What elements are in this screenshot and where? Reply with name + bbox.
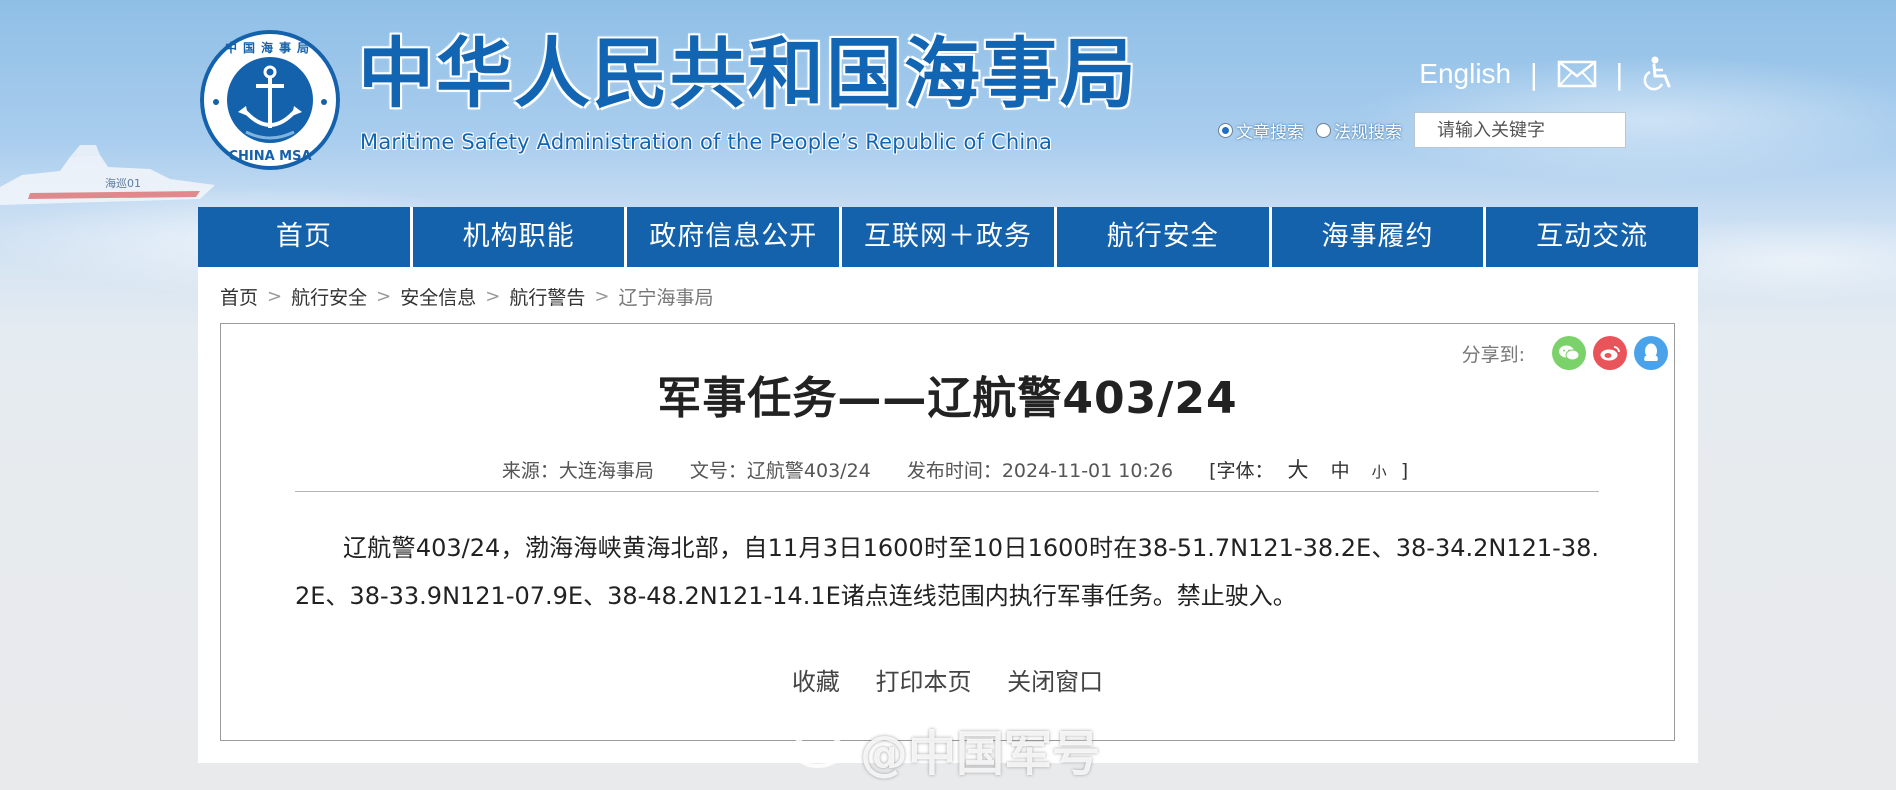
wheelchair-icon[interactable]	[1642, 56, 1674, 92]
article-source: 来源：大连海事局	[501, 460, 654, 482]
separator: |	[1529, 57, 1539, 91]
qq-icon	[1644, 343, 1658, 361]
breadcrumb-separator: >	[594, 286, 610, 307]
mail-icon[interactable]	[1557, 60, 1597, 88]
breadcrumb-separator: >	[267, 286, 283, 307]
radio-selected-icon[interactable]	[1218, 122, 1233, 138]
seal-bottom-text: CHINA MSA	[228, 149, 311, 164]
article-body: 辽航警403/24，渤海海峡黄海北部，自11月3日1600时至10日1600时在…	[295, 534, 1599, 610]
breadcrumb-separator: >	[376, 286, 392, 307]
search-input[interactable]	[1414, 112, 1626, 148]
breadcrumb-navigation-warning[interactable]: 航行警告	[509, 283, 585, 310]
top-links: English | |	[1419, 56, 1674, 92]
divider	[295, 491, 1599, 492]
watermark: @中国军号	[860, 714, 1100, 784]
font-size-close: ]	[1400, 460, 1409, 482]
nav-item-home[interactable]: 首页	[198, 207, 413, 267]
article-doc-number: 文号：辽航警403/24	[689, 460, 871, 482]
msa-seal-logo[interactable]: 中国海事局 CHINA MSA	[198, 28, 342, 172]
article-meta: 来源：大连海事局 文号：辽航警403/24 发布时间：2024-11-01 10…	[221, 454, 1674, 484]
breadcrumb-separator: >	[485, 286, 501, 307]
nav-item-internet-gov[interactable]: 互联网＋政务	[842, 207, 1057, 267]
search-option-article-label: 文章搜索	[1236, 122, 1304, 143]
site-header: 中国海事局 CHINA MSA 中华人民共和国海事局 Maritime Safe…	[198, 24, 1698, 174]
article-publish-time: 发布时间：2024-11-01 10:26	[906, 460, 1174, 482]
article-title: 军事任务——辽航警403/24	[657, 373, 1238, 424]
font-size-control: [字体： 大 中 小 ]	[1209, 458, 1409, 482]
print-button[interactable]: 打印本页	[876, 668, 972, 696]
english-link[interactable]: English	[1419, 58, 1511, 90]
ship-label: 海巡01	[105, 176, 141, 190]
radio-unselected-icon[interactable]	[1316, 122, 1331, 138]
separator: |	[1614, 57, 1624, 91]
favorite-button[interactable]: 收藏	[792, 668, 840, 696]
weibo-watermark-icon	[792, 724, 850, 768]
article-box: 分享到: 军事任务——辽航警403/24 来源：大连海事局 文号：辽航警403/…	[220, 323, 1675, 741]
breadcrumb-home[interactable]: 首页	[220, 283, 258, 310]
nav-item-maritime-compliance[interactable]: 海事履约	[1271, 207, 1487, 267]
font-size-medium[interactable]: 中	[1331, 460, 1350, 482]
search-option-regulation-label: 法规搜索	[1334, 122, 1402, 143]
watermark-text: @中国军号	[860, 726, 1101, 782]
breadcrumb-liaoning-msa[interactable]: 辽宁海事局	[618, 283, 713, 310]
search-option-article[interactable]: 文章搜索	[1218, 118, 1304, 143]
main-panel: 首页 > 航行安全 > 安全信息 > 航行警告 > 辽宁海事局 分享到: 军事任…	[198, 267, 1698, 763]
font-size-large[interactable]: 大	[1288, 458, 1309, 482]
nav-item-gov-info[interactable]: 政府信息公开	[627, 207, 843, 267]
site-subtitle: Maritime Safety Administration of the Pe…	[360, 130, 1053, 154]
font-size-small[interactable]: 小	[1372, 463, 1387, 481]
nav-item-organization[interactable]: 机构职能	[412, 207, 628, 267]
breadcrumb: 首页 > 航行安全 > 安全信息 > 航行警告 > 辽宁海事局	[220, 283, 713, 310]
article-actions: 收藏 打印本页 关闭窗口	[221, 662, 1674, 697]
seal-top-text: 中国海事局	[225, 40, 315, 55]
search-option-regulation[interactable]: 法规搜索	[1316, 118, 1402, 143]
font-size-label: [字体：	[1209, 460, 1274, 482]
nav-item-navigation-safety[interactable]: 航行安全	[1056, 207, 1272, 267]
breadcrumb-safety-info[interactable]: 安全信息	[400, 283, 476, 310]
breadcrumb-navigation-safety[interactable]: 航行安全	[291, 283, 367, 310]
main-nav: 首页 机构职能 政府信息公开 互联网＋政务 航行安全 海事履约 互动交流	[198, 207, 1699, 267]
close-window-button[interactable]: 关闭窗口	[1007, 668, 1103, 696]
weibo-icon	[1600, 346, 1620, 361]
nav-item-interaction[interactable]: 互动交流	[1486, 207, 1699, 267]
site-title[interactable]: 中华人民共和国海事局	[358, 36, 1138, 112]
wechat-icon	[1559, 345, 1580, 361]
search-bar: 文章搜索 法规搜索	[1218, 112, 1626, 148]
